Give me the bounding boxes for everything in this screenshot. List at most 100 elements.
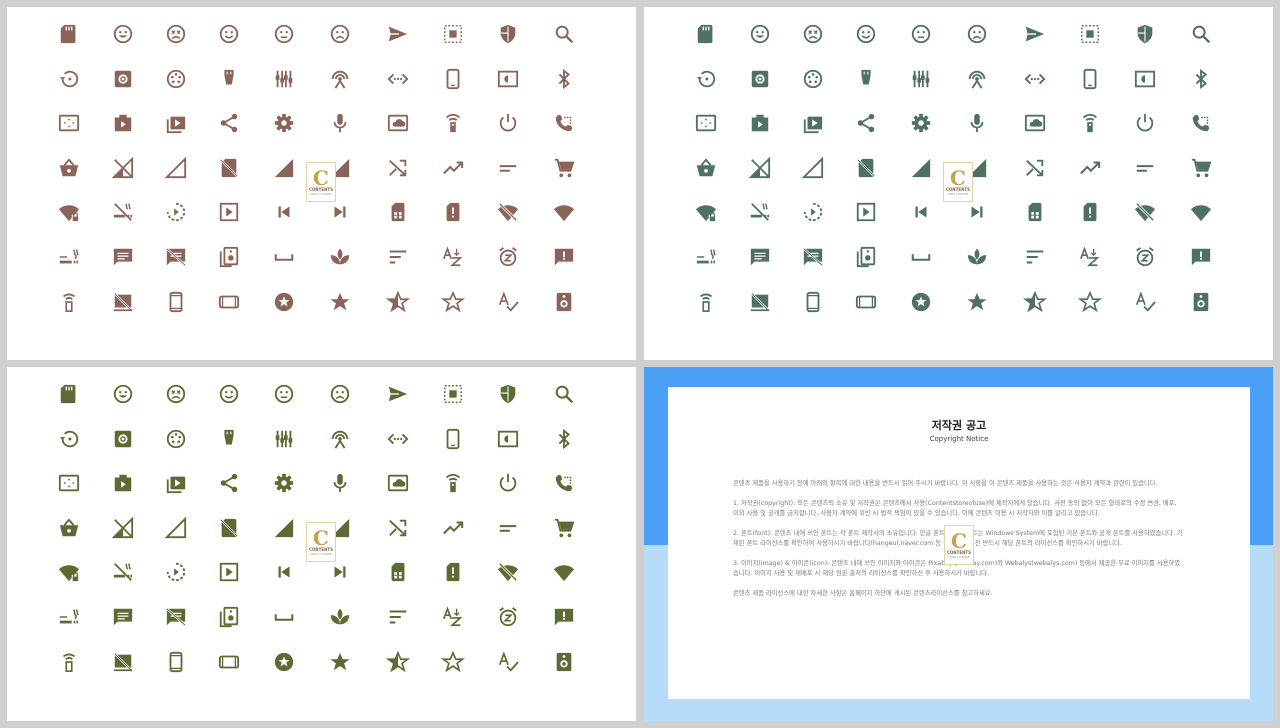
settings-input-hdmi-icon [851,64,881,94]
satisfied-face-icon [851,19,881,49]
settings-applications-icon [108,424,138,454]
restore-icon [691,64,721,94]
sort-icon [383,242,413,272]
brightness-icon [1130,64,1160,94]
settings-input-component-icon [798,64,828,94]
star-half-icon [383,647,413,677]
shuffle-icon [383,513,413,543]
contents-logo: C CONTENTS FREE LICENSE [943,162,973,202]
sms-failed-icon [798,242,828,272]
overscan-icon [54,468,84,498]
notice-subtitle: Copyright Notice [929,435,989,443]
snooze-icon [493,242,523,272]
sim-off-icon [214,513,244,543]
sim-card-icon [1020,197,1050,227]
settings-ethernet-icon [383,424,413,454]
search-icon [549,19,579,49]
sad-face-icon [962,19,992,49]
remote-icon [1075,108,1105,138]
signal-off-icon [108,153,138,183]
shopping-basket-icon [54,513,84,543]
video-library-icon [161,468,191,498]
mic-icon [325,108,355,138]
settings-input-hdmi-icon [214,64,244,94]
spa-icon [962,242,992,272]
settings-input-composite-icon [906,64,936,94]
phone-android-icon [438,424,468,454]
sim-card-icon [383,197,413,227]
logo-line2: FREE LICENSE [947,191,969,196]
spellcheck-icon [493,287,523,317]
stars-icon [269,287,299,317]
signal-off-icon [745,153,775,183]
overscan-icon [54,108,84,138]
logo-line2: FREE LICENSE [310,551,332,556]
wifi-lock-icon [54,557,84,587]
phone-android-icon [438,64,468,94]
smile-icon [745,19,775,49]
wifi-lock-icon [691,197,721,227]
sort-az-icon [438,602,468,632]
logo-line2: FREE LICENSE [310,191,332,196]
smoke-free-icon [108,557,138,587]
signal-null-icon [798,153,828,183]
star-border-icon [1075,287,1105,317]
sms-icon [108,602,138,632]
contents-logo: C CONTENTS FREE LICENSE [306,522,336,562]
smoke-free-icon [745,197,775,227]
star-border-icon [438,287,468,317]
star-half-icon [383,287,413,317]
sort-az-icon [438,242,468,272]
stars-icon [906,287,936,317]
notice-outro: 콘텐츠 제품 라이선스에 대한 자세한 사항은 홈페이지 하단에 게시된 콘텐츠… [733,589,993,597]
speaker-icon [549,287,579,317]
notice-item-copyright: 1. 저작권(copyright): 모든 콘텐츠의 소유 및 저작권은 콘텐츠… [733,499,1177,518]
star-half-icon [1020,287,1050,317]
star-icon [325,287,355,317]
smartphone-icon [161,647,191,677]
brightness-icon [493,424,523,454]
wifi-full-icon [549,557,579,587]
satisfied-face-icon [214,379,244,409]
remote-small-icon [691,287,721,317]
short-text-icon [1130,153,1160,183]
sim-alert-icon [1075,197,1105,227]
security-shield-icon [493,379,523,409]
neutral-face-icon [906,19,936,49]
settings-ethernet-icon [1020,64,1050,94]
neutral-face-icon [269,19,299,49]
slow-motion-icon [161,197,191,227]
shopping-basket-icon [54,153,84,183]
settings-input-antenna-icon [325,424,355,454]
share-icon [214,468,244,498]
skip-previous-icon [269,197,299,227]
space-bar-icon [906,242,936,272]
copyright-document: 저작권 공고 Copyright Notice 콘텐츠 제품을 사용하기 전에 … [668,387,1250,699]
select-all-icon [438,379,468,409]
share-icon [214,108,244,138]
cloud-box-icon [383,108,413,138]
signal-cellular-left-icon [906,153,936,183]
short-text-icon [493,513,523,543]
smile-icon [108,19,138,49]
logo-letter: C [313,165,329,190]
shopping-cart-icon [549,153,579,183]
sort-az-icon [1075,242,1105,272]
star-icon [325,647,355,677]
feedback-icon [549,242,579,272]
bluetooth-icon [1186,64,1216,94]
spa-icon [325,242,355,272]
neutral-face-icon [269,379,299,409]
settings-input-antenna-icon [325,64,355,94]
sim-off-icon [214,153,244,183]
slow-motion-icon [798,197,828,227]
dead-face-icon [798,19,828,49]
sort-icon [383,602,413,632]
slideshow-icon [108,468,138,498]
star-icon [962,287,992,317]
search-icon [1186,19,1216,49]
power-icon [493,468,523,498]
send-icon [383,19,413,49]
settings-applications-icon [108,64,138,94]
send-icon [383,379,413,409]
